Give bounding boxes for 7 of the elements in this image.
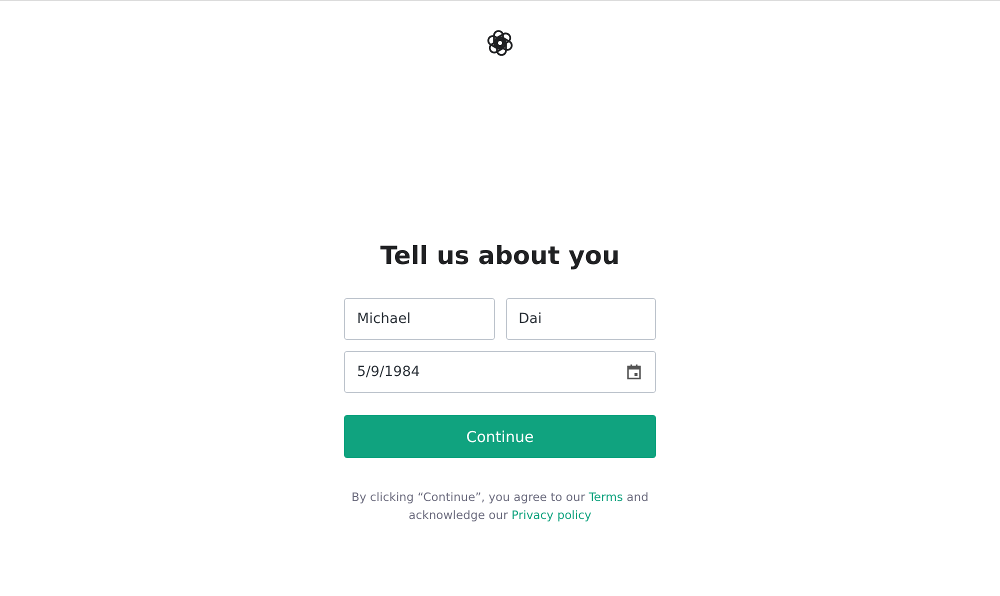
first-name-field[interactable]: Michael: [344, 298, 494, 340]
birthday-field[interactable]: 5/9/1984: [344, 351, 656, 393]
terms-notice: By clicking “Continue”, you agree to our Terms and acknowledge our Privacy policy: [350, 489, 650, 524]
calendar-icon[interactable]: [625, 363, 643, 381]
page-heading: Tell us about you: [380, 240, 620, 272]
last-name-field[interactable]: Dai: [506, 298, 656, 340]
logo-icon: [485, 28, 515, 58]
